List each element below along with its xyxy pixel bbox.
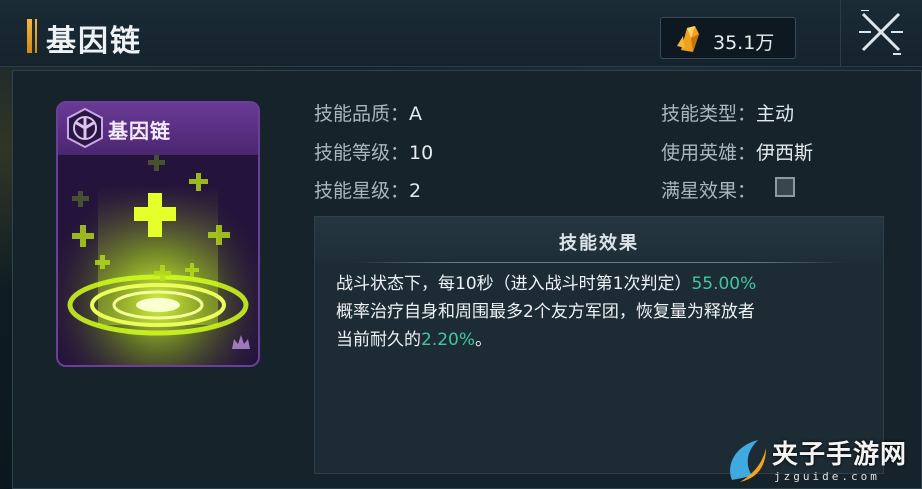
title-accent-icon [27,19,37,53]
effect-line-2: 概率治疗自身和周围最多2个友方军团，恢复量为释放者 [336,302,755,322]
stat-level: 技能等级：10 [314,138,433,165]
maxstar-effect-checkbox[interactable] [775,177,795,197]
close-icon [859,10,903,55]
site-watermark: 夹子手游网 jzguide.com [718,434,922,489]
stat-level-value: 10 [409,142,434,164]
stat-hero-label: 使用英雄： [661,142,757,164]
effect-header: 技能效果 [315,217,883,263]
stat-type-label: 技能类型： [661,103,757,125]
effect-heal-value: 2.20% [421,330,476,350]
currency-value: 35.1万 [713,32,775,54]
stat-type-value: 主动 [756,103,795,125]
stat-star-value: 2 [409,180,422,202]
effect-title: 技能效果 [559,233,639,254]
watermark-logo-icon [730,440,766,482]
healing-cross-ring-icon [58,155,258,365]
stat-quality-label: 技能品质： [314,103,410,125]
page-title: 基因链 [46,24,142,59]
gold-crystal-icon [673,22,707,60]
effect-line-3-text: 当前耐久的 [336,330,421,350]
stat-quality: 技能品质：A [314,99,422,126]
hexagon-emblem-icon [64,107,106,153]
watermark-url: jzguide.com [774,470,880,483]
title-bar: 基因链 35.1万 [0,0,922,67]
stat-quality-value: A [409,103,423,125]
card-name: 基因链 [108,119,171,143]
crown-rank-icon [232,335,250,349]
card-header: 基因链 [58,103,258,155]
stat-maxstar-label: 满星效果： [661,180,757,202]
stat-level-label: 技能等级： [314,142,410,164]
stat-hero-value: 伊西斯 [756,142,814,164]
effect-line-3: 当前耐久的2.20%。 [336,326,866,354]
currency-display[interactable]: 35.1万 [660,17,796,59]
effect-chance-value: 55.00% [691,274,757,294]
effect-description: 战斗状态下，每10秒（进入战斗时第1次判定）55.00% 概率治疗自身和周围最多… [336,270,866,354]
effect-line-1-text: 战斗状态下，每10秒（进入战斗时第1次判定） [336,274,692,294]
close-button[interactable] [840,0,922,66]
stat-maxstar: 满星效果： [661,176,756,203]
stat-star: 技能星级：2 [314,176,421,203]
effect-divider [355,262,845,263]
stat-star-label: 技能星级： [314,180,410,202]
effect-line-1: 战斗状态下，每10秒（进入战斗时第1次判定）55.00% [336,270,866,298]
effect-line-3-end: 。 [475,330,493,350]
watermark-name: 夹子手游网 [772,440,908,470]
skill-card: 基因链 [56,101,260,367]
stat-type: 技能类型：主动 [661,99,794,126]
stat-hero: 使用英雄：伊西斯 [661,138,813,165]
